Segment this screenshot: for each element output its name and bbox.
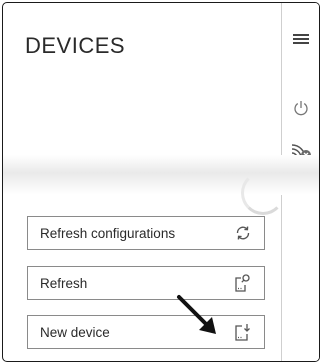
side-rail: [281, 3, 319, 361]
devices-panel: DEVICES Refresh configurations Refresh N…: [3, 3, 281, 361]
power-icon[interactable]: [282, 99, 319, 117]
device-download-icon: [232, 322, 252, 342]
refresh-configurations-label: Refresh configurations: [40, 225, 176, 241]
sync-icon: [234, 224, 252, 242]
devices-window: DEVICES Refresh configurations Refresh N…: [2, 2, 320, 362]
page-title: DEVICES: [25, 33, 126, 58]
device-search-icon: [232, 273, 252, 293]
new-device-button[interactable]: New device: [27, 315, 265, 349]
hamburger-menu-icon[interactable]: [282, 33, 319, 45]
refresh-button[interactable]: Refresh: [27, 266, 265, 300]
pointer-arrow-icon: [175, 293, 221, 344]
cast-disconnected-icon[interactable]: [282, 141, 319, 163]
refresh-configurations-button[interactable]: Refresh configurations: [27, 216, 265, 250]
new-device-label: New device: [40, 324, 110, 340]
refresh-label: Refresh: [40, 275, 88, 291]
loading-spinner: [241, 171, 285, 215]
